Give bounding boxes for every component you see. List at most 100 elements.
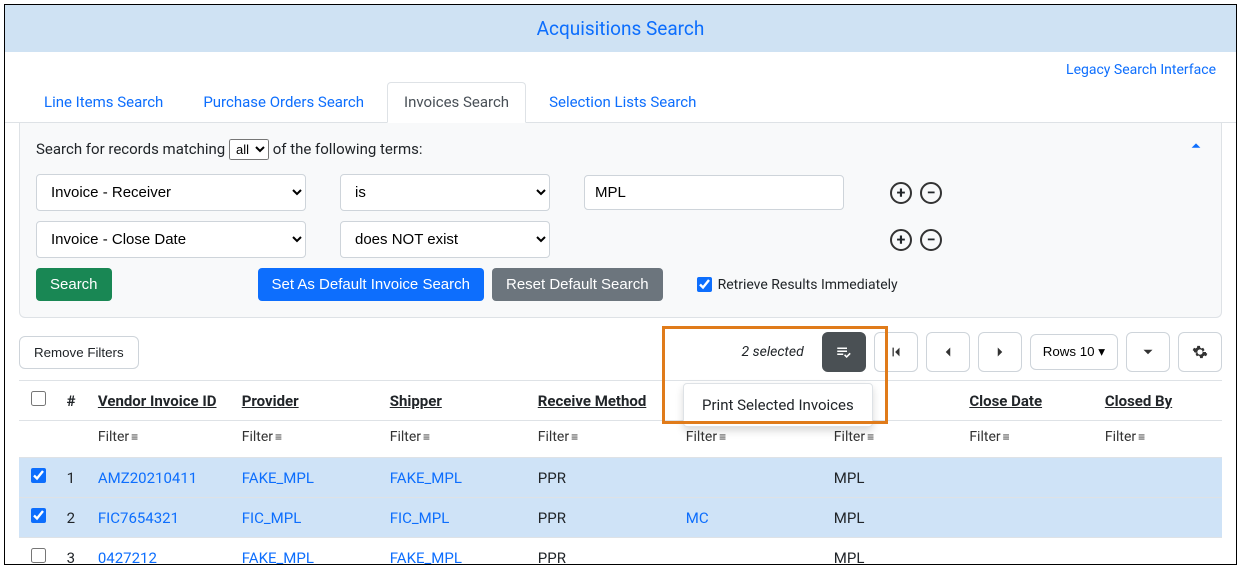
prev-page-button[interactable] — [926, 332, 970, 372]
close-date-cell — [961, 538, 1097, 566]
filter-row-1: Invoice - Receiver is + − — [36, 174, 1205, 211]
search-button[interactable]: Search — [36, 268, 112, 301]
print-selected-invoices-menu-item[interactable]: Print Selected Invoices — [683, 383, 873, 427]
selected-count-label: 2 selected — [742, 344, 814, 360]
remove-filters-button[interactable]: Remove Filters — [19, 336, 139, 369]
collapse-toggle-icon[interactable] — [1189, 139, 1203, 157]
playlist-check-icon — [835, 343, 853, 361]
shipper-link[interactable]: FIC_MPL — [390, 509, 450, 527]
filter-shipper[interactable]: Filter≡ — [382, 421, 530, 458]
col-closed-by[interactable]: Closed By — [1097, 381, 1222, 421]
tab-selection-lists[interactable]: Selection Lists Search — [532, 82, 713, 122]
add-row-icon[interactable]: + — [890, 229, 912, 251]
filter-close-date[interactable]: Filter≡ — [961, 421, 1097, 458]
closed-by-cell — [1097, 538, 1222, 566]
legacy-search-link[interactable]: Legacy Search Interface — [1066, 62, 1216, 78]
set-default-button[interactable]: Set As Default Invoice Search — [258, 268, 484, 301]
closed-by-cell — [1097, 498, 1222, 538]
match-prefix-label: Search for records matching — [36, 140, 225, 158]
remove-row-icon[interactable]: − — [920, 182, 942, 204]
chevron-down-icon — [1142, 346, 1154, 358]
first-page-icon — [889, 345, 903, 359]
match-type-select[interactable]: all — [229, 139, 269, 160]
table-row: 1 AMZ20210411 FAKE_MPL FAKE_MPL PPR MPL — [19, 458, 1222, 498]
chevron-left-icon — [942, 346, 954, 358]
receive-method-cell: PPR — [530, 458, 678, 498]
search-panel: Search for records matching all of the f… — [19, 123, 1222, 318]
shipper-link[interactable]: FAKE_MPL — [390, 469, 462, 487]
retrieve-immediately-label: Retrieve Results Immediately — [718, 277, 898, 293]
filter-field-select-2[interactable]: Invoice - Close Date — [36, 221, 306, 258]
caret-down-icon: ▾ — [1098, 344, 1105, 359]
col-row-number: # — [59, 381, 90, 421]
vendor-invoice-link[interactable]: AMZ20210411 — [98, 469, 197, 487]
tab-invoices[interactable]: Invoices Search — [387, 82, 526, 123]
retrieve-immediately-checkbox[interactable] — [697, 277, 712, 292]
filter-op-select-2[interactable]: does NOT exist — [340, 221, 550, 258]
rows-per-page-button[interactable]: Rows 10 ▾ — [1030, 334, 1118, 370]
filter-icon: ≡ — [719, 430, 726, 444]
col-receive-method[interactable]: Receive Method — [530, 381, 678, 421]
receiver-cell: MPL — [826, 538, 962, 566]
filter-row-2: Invoice - Close Date does NOT exist + − — [36, 221, 1205, 258]
table-row: 2 FIC7654321 FIC_MPL FIC_MPL PPR MC MPL — [19, 498, 1222, 538]
filter-icon: ≡ — [275, 430, 282, 444]
add-row-icon[interactable]: + — [890, 182, 912, 204]
settings-button[interactable] — [1178, 332, 1222, 372]
results-table: # Vendor Invoice ID Provider Shipper Rec… — [19, 380, 1222, 565]
filter-icon: ≡ — [1138, 430, 1145, 444]
next-page-button[interactable] — [978, 332, 1022, 372]
filter-icon: ≡ — [571, 430, 578, 444]
receive-method-cell: PPR — [530, 498, 678, 538]
results-toolbar: Remove Filters 2 selected Rows 10 ▾ — [5, 318, 1236, 380]
tab-purchase-orders[interactable]: Purchase Orders Search — [186, 82, 381, 122]
filter-icon: ≡ — [867, 430, 874, 444]
receive-method-cell: PPR — [530, 538, 678, 566]
row-number: 1 — [59, 458, 90, 498]
match-suffix-label: of the following terms: — [273, 140, 423, 158]
row-checkbox[interactable] — [31, 548, 46, 563]
receiver-cell: MPL — [826, 498, 962, 538]
filter-receive-method[interactable]: Filter≡ — [530, 421, 678, 458]
tab-line-items[interactable]: Line Items Search — [27, 82, 180, 122]
filter-closed-by[interactable]: Filter≡ — [1097, 421, 1222, 458]
row-number: 2 — [59, 498, 90, 538]
filter-field-select-1[interactable]: Invoice - Receiver — [36, 174, 306, 211]
actions-menu-button[interactable] — [822, 332, 866, 372]
row-checkbox[interactable] — [31, 468, 46, 483]
select-all-checkbox[interactable] — [31, 391, 46, 406]
filter-vendor[interactable]: Filter≡ — [90, 421, 234, 458]
chevron-right-icon — [994, 346, 1006, 358]
filter-icon: ≡ — [131, 430, 138, 444]
payment-link[interactable]: MC — [686, 509, 709, 527]
remove-row-icon[interactable]: − — [920, 229, 942, 251]
gear-icon — [1192, 344, 1208, 360]
filter-op-select-1[interactable]: is — [340, 174, 550, 211]
close-date-cell — [961, 498, 1097, 538]
provider-link[interactable]: FIC_MPL — [242, 509, 302, 527]
col-vendor-invoice-id[interactable]: Vendor Invoice ID — [90, 381, 234, 421]
tab-bar: Line Items Search Purchase Orders Search… — [5, 82, 1236, 123]
close-date-cell — [961, 458, 1097, 498]
vendor-invoice-link[interactable]: FIC7654321 — [98, 509, 179, 527]
expand-button[interactable] — [1126, 332, 1170, 372]
col-close-date[interactable]: Close Date — [961, 381, 1097, 421]
filter-icon: ≡ — [1003, 430, 1010, 444]
vendor-invoice-link[interactable]: 0427212 — [98, 549, 157, 566]
filter-value-input-1[interactable] — [584, 175, 844, 210]
rows-per-page-label: Rows 10 — [1043, 344, 1095, 359]
first-page-button[interactable] — [874, 332, 918, 372]
col-provider[interactable]: Provider — [234, 381, 382, 421]
provider-link[interactable]: FAKE_MPL — [242, 469, 314, 487]
receiver-cell: MPL — [826, 458, 962, 498]
filter-icon: ≡ — [423, 430, 430, 444]
shipper-link[interactable]: FAKE_MPL — [390, 549, 462, 566]
row-checkbox[interactable] — [31, 508, 46, 523]
closed-by-cell — [1097, 458, 1222, 498]
col-shipper[interactable]: Shipper — [382, 381, 530, 421]
reset-default-button[interactable]: Reset Default Search — [492, 268, 663, 301]
table-row: 30427212FAKE_MPLFAKE_MPLPPRMPL — [19, 538, 1222, 566]
page-header-title: Acquisitions Search — [5, 5, 1236, 52]
provider-link[interactable]: FAKE_MPL — [242, 549, 314, 566]
filter-provider[interactable]: Filter≡ — [234, 421, 382, 458]
